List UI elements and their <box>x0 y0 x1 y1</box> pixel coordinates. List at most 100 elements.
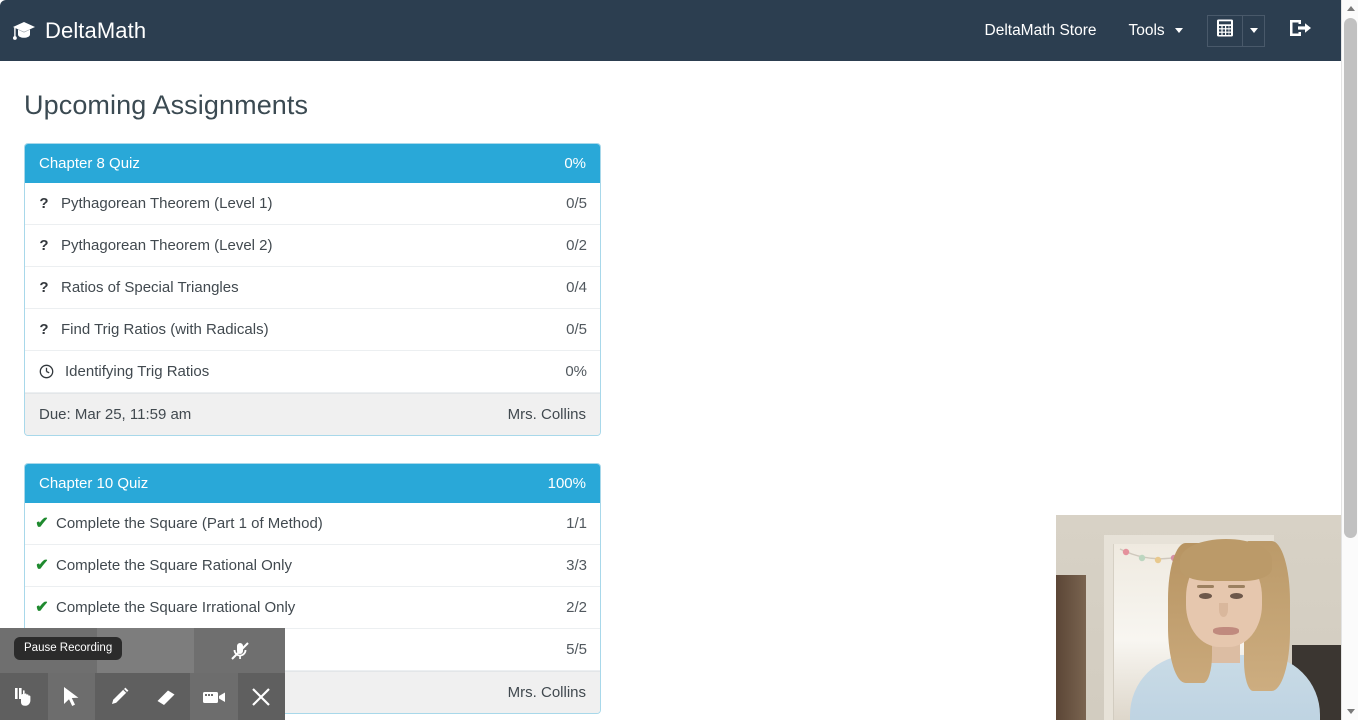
teacher-name: Mrs. Collins <box>507 406 586 423</box>
assignment-row[interactable]: ? Pythagorean Theorem (Level 2) 0/2 <box>25 225 600 267</box>
row-score: 0% <box>565 363 587 380</box>
row-score: 0/4 <box>566 279 587 296</box>
assignment-row[interactable]: ✔ Complete the Square Irrational Only 2/… <box>25 587 600 629</box>
row-label: Find Trig Ratios (with Radicals) <box>61 321 269 338</box>
pen-tool-button[interactable] <box>95 673 143 720</box>
question-mark-icon: ? <box>39 237 49 254</box>
recording-toolbar-top-row: Pause Recording <box>0 628 285 673</box>
webcam-person-eye-left <box>1199 593 1212 599</box>
eraser-icon <box>157 690 175 705</box>
scroll-up-arrow-icon[interactable] <box>1342 0 1358 17</box>
row-label: Pythagorean Theorem (Level 1) <box>61 195 273 212</box>
eraser-tool-button[interactable] <box>143 673 191 720</box>
calculator-dropdown-button[interactable] <box>1243 14 1265 47</box>
brand-label: DeltaMath <box>45 17 147 43</box>
recording-toolbar-bottom-row <box>0 673 285 720</box>
row-label: Complete the Square (Part 1 of Method) <box>56 515 323 532</box>
scroll-down-arrow-icon[interactable] <box>1342 703 1358 720</box>
question-mark-icon: ? <box>39 279 49 296</box>
page-scrollbar[interactable] <box>1341 0 1358 720</box>
question-mark-icon: ? <box>39 195 49 212</box>
deltamath-store-link[interactable]: DeltaMath Store <box>969 2 1113 60</box>
row-score: 0/5 <box>566 195 587 212</box>
check-icon: ✔ <box>35 514 49 532</box>
teacher-name: Mrs. Collins <box>507 684 586 701</box>
page-title: Upcoming Assignments <box>24 90 309 120</box>
assignment-percent: 100% <box>547 475 586 492</box>
select-tool-button[interactable] <box>47 673 95 720</box>
mute-microphone-button[interactable] <box>194 628 285 673</box>
graduation-cap-icon <box>12 21 36 41</box>
due-date: Due: Mar 25, 11:59 am <box>39 406 192 423</box>
scrollbar-thumb[interactable] <box>1344 18 1357 538</box>
row-label: Pythagorean Theorem (Level 2) <box>61 237 273 254</box>
row-score: 5/5 <box>566 641 587 658</box>
assignment-row[interactable]: ✔ Complete the Square (Part 1 of Method)… <box>25 503 600 545</box>
pause-recording-tooltip: Pause Recording <box>14 637 123 660</box>
webcam-person-nose <box>1219 603 1228 617</box>
row-left: ? Pythagorean Theorem (Level 2) <box>36 237 273 254</box>
webcam-person-hair-top <box>1180 539 1272 581</box>
row-label: Identifying Trig Ratios <box>65 363 210 380</box>
webcam-video-overlay[interactable] <box>1056 515 1358 720</box>
row-label: Complete the Square Irrational Only <box>56 599 296 616</box>
pause-recording-button[interactable] <box>0 673 48 720</box>
assignment-card-chapter-8-quiz: Chapter 8 Quiz 0% ? Pythagorean Theorem … <box>24 143 601 436</box>
assignment-card-header[interactable]: Chapter 10 Quiz 100% <box>25 464 600 503</box>
microphone-muted-icon <box>230 641 249 660</box>
row-left: ? Ratios of Special Triangles <box>36 279 239 296</box>
logout-button[interactable] <box>1275 0 1327 61</box>
close-toolbar-button[interactable] <box>238 673 286 720</box>
brand-logo[interactable]: DeltaMath <box>12 18 146 44</box>
record-button[interactable] <box>190 673 238 720</box>
row-left: ✔ Complete the Square Irrational Only <box>34 599 295 616</box>
pause-hand-icon <box>14 687 31 706</box>
chevron-down-icon <box>1175 27 1183 33</box>
assignment-row[interactable]: ? Ratios of Special Triangles 0/4 <box>25 267 600 309</box>
assignment-percent: 0% <box>564 155 586 172</box>
screen-recording-toolbar: Pause Recording <box>0 628 285 720</box>
row-left: ✔ Complete the Square Rational Only <box>34 557 292 574</box>
check-icon: ✔ <box>35 556 49 574</box>
tools-menu[interactable]: Tools <box>1113 2 1200 60</box>
webcam-person-eye-right <box>1230 593 1243 599</box>
chevron-down-icon <box>1249 28 1258 33</box>
webcam-furniture <box>1056 575 1086 720</box>
assignment-row[interactable]: ? Pythagorean Theorem (Level 1) 0/5 <box>25 183 600 225</box>
assignment-title: Chapter 10 Quiz <box>39 475 149 492</box>
row-score: 0/2 <box>566 237 587 254</box>
assignment-card-header[interactable]: Chapter 8 Quiz 0% <box>25 144 600 183</box>
calculator-icon <box>1215 18 1235 43</box>
row-label: Complete the Square Rational Only <box>56 557 292 574</box>
calculator-group <box>1207 14 1265 47</box>
cursor-arrow-icon <box>64 686 79 706</box>
webcam-person-torso <box>1130 655 1320 720</box>
check-icon: ✔ <box>35 598 49 616</box>
camcorder-icon <box>202 691 225 703</box>
webcam-person-mouth <box>1213 627 1239 635</box>
row-score: 0/5 <box>566 321 587 338</box>
row-left: ? Pythagorean Theorem (Level 1) <box>36 195 273 212</box>
top-navbar: DeltaMath DeltaMath Store Tools <box>0 0 1341 61</box>
row-score: 3/3 <box>566 557 587 574</box>
row-score: 2/2 <box>566 599 587 616</box>
pencil-icon <box>111 687 129 704</box>
assignment-row[interactable]: ? Find Trig Ratios (with Radicals) 0/5 <box>25 309 600 351</box>
assignment-row[interactable]: ✔ Complete the Square Rational Only 3/3 <box>25 545 600 587</box>
sign-out-icon <box>1287 16 1313 45</box>
assignment-title: Chapter 8 Quiz <box>39 155 140 172</box>
webcam-person-brow-left <box>1197 585 1214 588</box>
webcam-person-brow-right <box>1228 585 1245 588</box>
row-left: ? Find Trig Ratios (with Radicals) <box>36 321 269 338</box>
assignment-row[interactable]: Identifying Trig Ratios 0% <box>25 351 600 393</box>
navbar-right-group: DeltaMath Store Tools <box>969 0 1342 61</box>
assignment-card-footer: Due: Mar 25, 11:59 am Mrs. Collins <box>25 393 600 435</box>
row-label: Ratios of Special Triangles <box>61 279 239 296</box>
question-mark-icon: ? <box>39 321 49 338</box>
row-score: 1/1 <box>566 515 587 532</box>
row-left: ✔ Complete the Square (Part 1 of Method) <box>34 515 323 532</box>
close-x-icon <box>252 687 271 706</box>
app-root: DeltaMath DeltaMath Store Tools Upcoming… <box>0 0 1358 720</box>
calculator-button[interactable] <box>1207 14 1243 47</box>
row-left: Identifying Trig Ratios <box>38 363 209 380</box>
